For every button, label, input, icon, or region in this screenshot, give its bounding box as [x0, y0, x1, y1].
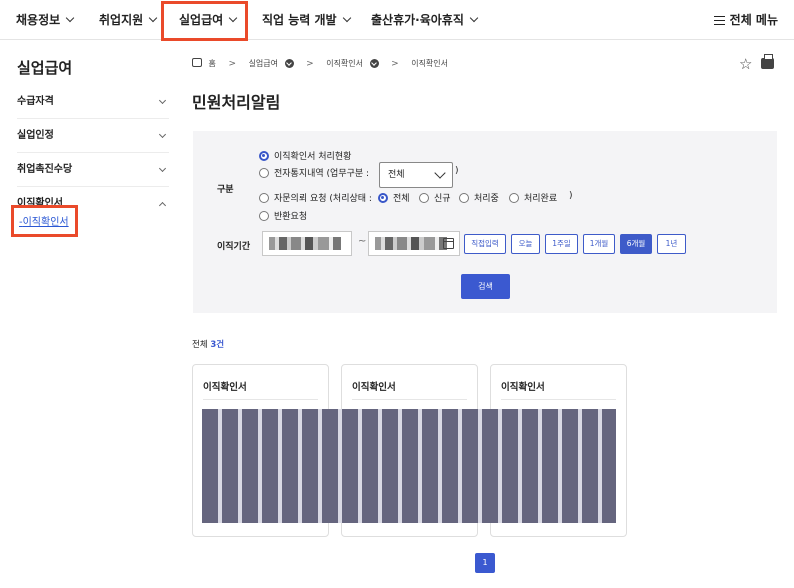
- radio-return[interactable]: 반환요청: [259, 209, 307, 222]
- page-title: 민원처리알림: [192, 93, 281, 112]
- redacted-value: [375, 237, 447, 250]
- period-button-today[interactable]: 오늘: [511, 234, 540, 254]
- work-type-select[interactable]: 전체: [379, 162, 453, 188]
- redacted-content: [202, 409, 616, 523]
- all-menu-button[interactable]: 전체 메뉴: [713, 0, 778, 40]
- nav-item-employment-support[interactable]: 취업지원: [99, 0, 158, 40]
- period-button-1year[interactable]: 1년: [657, 234, 686, 254]
- sidebar-title: 실업급여: [17, 59, 73, 77]
- radio-unchecked-icon[interactable]: [259, 167, 269, 178]
- radio-unchecked-icon[interactable]: [509, 192, 519, 203]
- start-date-input[interactable]: [262, 231, 352, 256]
- period-button-6month[interactable]: 6개월: [620, 234, 652, 254]
- consult-option-processing[interactable]: 처리중: [459, 191, 499, 204]
- period-button-1week[interactable]: 1주일: [545, 234, 578, 254]
- radio-unchecked-icon[interactable]: [459, 192, 469, 203]
- highlight-box-sidebar: [11, 205, 78, 237]
- period-label: 이직기간: [217, 242, 251, 252]
- radio-checked-icon[interactable]: [259, 150, 269, 161]
- chevron-down-icon: [158, 164, 167, 173]
- chevron-down-icon: [342, 13, 351, 23]
- consult-option-done[interactable]: 처리완료: [509, 191, 557, 204]
- pagination-page-1[interactable]: 1: [475, 553, 495, 573]
- search-button[interactable]: 검색: [461, 274, 510, 299]
- radio-unchecked-icon[interactable]: [259, 192, 269, 203]
- chevron-down-icon: [434, 167, 446, 179]
- period-button-custom[interactable]: 직접입력: [464, 234, 506, 254]
- chevron-circle-icon[interactable]: [369, 59, 379, 68]
- nav-item-parental-leave[interactable]: 출산휴가·육아휴직: [371, 0, 479, 40]
- redacted-value: [269, 237, 341, 250]
- hamburger-icon: [713, 16, 725, 25]
- radio-checked-icon[interactable]: [378, 192, 388, 203]
- radio-unchecked-icon[interactable]: [259, 210, 269, 221]
- result-count: 전체 3건: [192, 340, 225, 350]
- end-date-input[interactable]: [368, 231, 460, 256]
- consult-option-all[interactable]: 전체: [378, 191, 410, 204]
- category-label: 구분: [217, 185, 234, 195]
- chevron-up-icon: [158, 201, 167, 210]
- radio-notice[interactable]: 전자통지내역 (업무구분 :: [259, 166, 369, 179]
- top-navigation: 채용정보 취업지원 실업급여 직업 능력 개발 출산휴가·육아휴직 전체 메뉴: [0, 0, 794, 40]
- chevron-down-icon: [469, 13, 479, 23]
- nav-item-skill-development[interactable]: 직업 능력 개발: [262, 0, 351, 40]
- period-button-1month[interactable]: 1개월: [583, 234, 615, 254]
- chevron-down-icon: [148, 13, 158, 23]
- chevron-down-icon: [65, 13, 75, 23]
- radio-unchecked-icon[interactable]: [419, 192, 429, 203]
- radio-consult[interactable]: 자문의뢰 요청 (처리상태 :: [259, 191, 372, 204]
- highlight-box-nav: [161, 1, 248, 41]
- chevron-circle-icon[interactable]: [284, 59, 294, 68]
- sidebar-item-eligibility[interactable]: 수급자격: [17, 85, 169, 119]
- chevron-down-icon: [158, 130, 167, 139]
- calendar-icon[interactable]: [443, 238, 454, 249]
- consult-option-new[interactable]: 신규: [419, 191, 451, 204]
- breadcrumb: 홈 > 실업급여 > 이직확인서 > 이직확인서: [192, 58, 448, 69]
- chevron-down-icon: [158, 96, 167, 105]
- sidebar-item-recognition[interactable]: 실업인정: [17, 119, 169, 153]
- nav-item-jobs[interactable]: 채용정보: [16, 0, 75, 40]
- favorite-star-icon[interactable]: ☆: [739, 55, 752, 73]
- print-icon[interactable]: [761, 54, 774, 69]
- home-icon[interactable]: [192, 58, 202, 67]
- radio-status[interactable]: 이직확인서 처리현황: [259, 149, 351, 162]
- sidebar-item-promotion-allowance[interactable]: 취업촉진수당: [17, 153, 169, 187]
